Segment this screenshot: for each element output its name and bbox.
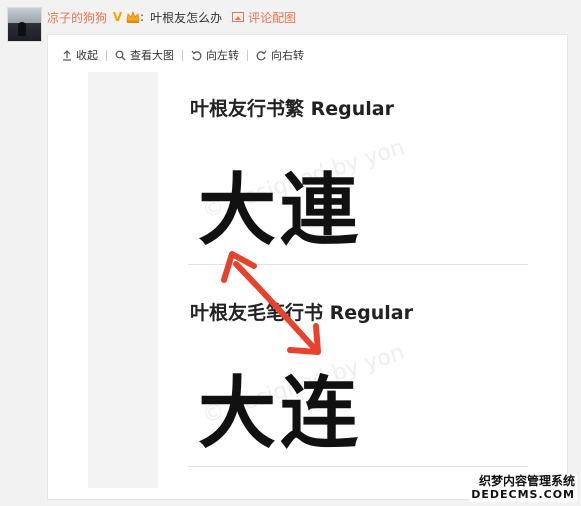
site-watermark-line1: 织梦内容管理系统	[469, 474, 577, 488]
rotate-left-icon	[191, 50, 202, 60]
post-image[interactable]: 叶根友行书繁 Regular © designed by yon 大連 叶根友毛…	[88, 72, 554, 488]
view-large-label: 查看大图	[130, 49, 174, 62]
collapse-label: 收起	[76, 49, 98, 62]
rotate-right-button[interactable]: 向右转	[256, 47, 304, 63]
site-watermark-line2: DEDECMS.COM	[469, 488, 577, 502]
collapse-button[interactable]: 收起	[62, 47, 98, 63]
member-crown-icon[interactable]	[126, 11, 140, 23]
divider	[106, 49, 107, 61]
site-watermark: 织梦内容管理系统 DEDECMS.COM	[469, 474, 577, 502]
rotate-right-label: 向右转	[271, 49, 304, 62]
double-arrow-icon	[221, 251, 321, 355]
font1-title: 叶根友行书繁 Regular	[190, 98, 394, 120]
font2-sample: 大连	[198, 368, 363, 459]
view-large-button[interactable]: 查看大图	[115, 47, 174, 63]
comment-image-label: 评论配图	[248, 10, 297, 25]
upload-arrow-icon	[63, 49, 71, 61]
divider	[247, 49, 248, 61]
font1-sample: 大連	[198, 165, 363, 256]
post-header: 凉子的狗狗 V : 叶根友怎么办 评论配图	[47, 9, 296, 25]
image-divider	[188, 466, 528, 467]
image-toolbar: 收起 查看大图 向左转 向右转	[62, 46, 304, 64]
rotate-left-button[interactable]: 向左转	[191, 47, 239, 63]
username-link[interactable]: 凉子的狗狗	[47, 9, 107, 26]
media-card: 收起 查看大图 向左转 向右转 叶根友行书繁 Regular © designe…	[47, 34, 568, 500]
comment-image-link[interactable]: 评论配图	[232, 9, 296, 26]
rotate-right-icon	[256, 50, 267, 60]
avatar[interactable]	[7, 7, 42, 42]
verified-icon[interactable]: V	[111, 10, 124, 24]
divider	[182, 49, 183, 61]
rotate-left-label: 向左转	[206, 49, 239, 62]
post-text: 叶根友怎么办	[150, 10, 223, 25]
search-icon	[115, 50, 126, 60]
image-icon	[232, 12, 245, 22]
colon: :	[140, 10, 145, 24]
font-comparison-image: 叶根友行书繁 Regular © designed by yon 大連 叶根友毛…	[158, 72, 554, 488]
